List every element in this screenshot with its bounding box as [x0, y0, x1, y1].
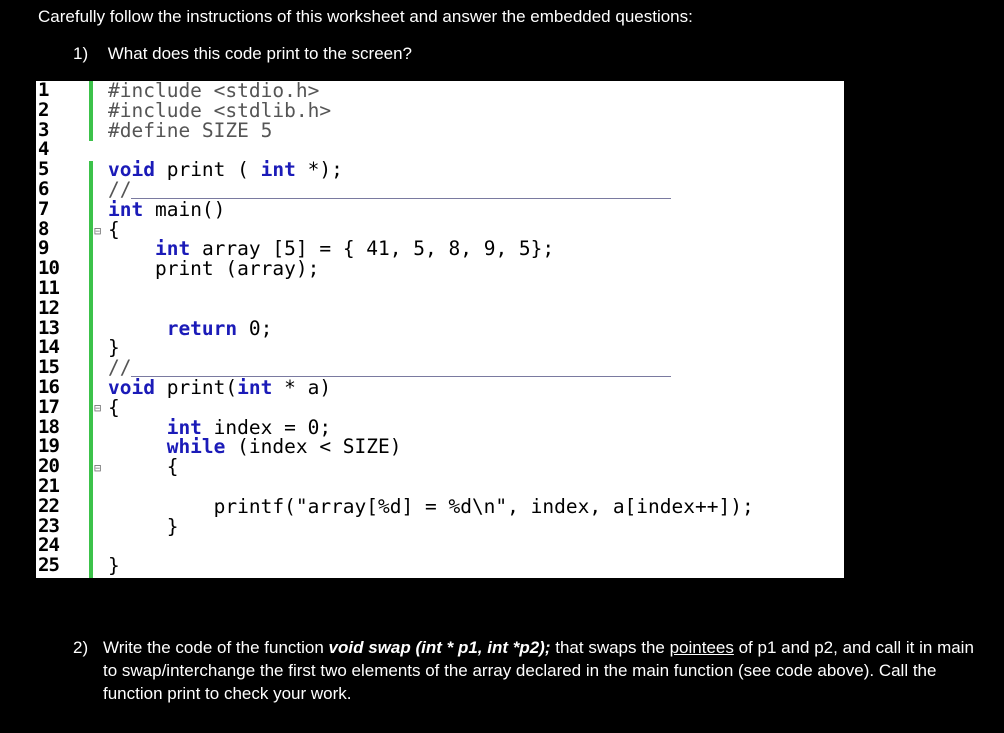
code-line: void print ( int *);: [108, 158, 343, 182]
code-line: }: [108, 336, 120, 360]
line-number: 11: [38, 276, 60, 299]
line-number: 16: [38, 375, 60, 398]
line-number: 25: [38, 554, 60, 577]
code-line: //: [108, 356, 132, 380]
code-line: {: [108, 455, 179, 479]
question-text-part: that swaps the: [550, 638, 670, 657]
code-line: while (index < SIZE): [166, 435, 402, 459]
worksheet-intro: Carefully follow the instructions of thi…: [38, 7, 693, 26]
code-line: printf("array[%d] = %d\n", index, a[inde…: [108, 494, 754, 518]
code-line: void print(int * a): [108, 375, 332, 399]
code-lines: #include <stdio.h> #include <stdlib.h> #de…: [108, 81, 754, 576]
line-number: 5: [38, 158, 49, 181]
code-listing: 1 2 3 4 5 6 7 8 9 10 11 12 13 14 15 16 17 18 19 20 21 22 23 24 2…: [36, 81, 844, 578]
code-line: //: [108, 177, 132, 201]
code-line: }: [108, 554, 120, 578]
question-number: 1): [73, 44, 89, 63]
change-bar: [89, 81, 93, 141]
question-2: 2) Write the code of the function void s…: [73, 636, 983, 705]
code-line: int main(): [108, 197, 226, 221]
line-number: 10: [38, 257, 60, 280]
code-line: return 0;: [166, 316, 273, 340]
code-line: {: [108, 395, 120, 419]
line-number: 22: [38, 494, 60, 517]
line-number: 6: [38, 177, 49, 200]
code-line: #define SIZE 5: [108, 118, 273, 142]
line-number: 20: [38, 455, 60, 478]
question-number: 2): [73, 638, 89, 657]
line-number: 12: [38, 296, 60, 319]
pointees-word: pointees: [669, 638, 734, 657]
fold-icon[interactable]: ⊟: [94, 461, 101, 475]
line-number-gutter: 1 2 3 4 5 6 7 8 9 10 11 12 13 14 15 16 17 18 19 20 21 22 23 24 2…: [38, 81, 66, 576]
code-line: }: [108, 514, 179, 538]
question-text: What does this code print to the screen?: [107, 44, 413, 63]
question-text: Write the code of the function void swap…: [103, 636, 983, 705]
change-bar: [89, 161, 93, 578]
fold-icon[interactable]: ⊟: [94, 401, 101, 415]
function-signature: void swap (int * p1, int *p2);: [328, 638, 551, 657]
question-1: 1) What does this code print to the scre…: [73, 44, 412, 64]
line-number: 7: [38, 197, 49, 220]
fold-icon[interactable]: ⊟: [94, 224, 101, 238]
line-number: 15: [38, 356, 60, 379]
line-number: 1: [38, 81, 49, 101]
line-number: 21: [38, 474, 60, 497]
question-text-part: Write the code of the function: [103, 638, 329, 657]
line-number: 2: [38, 98, 49, 121]
code-line: print (array);: [108, 257, 320, 281]
line-number: 17: [38, 395, 60, 418]
